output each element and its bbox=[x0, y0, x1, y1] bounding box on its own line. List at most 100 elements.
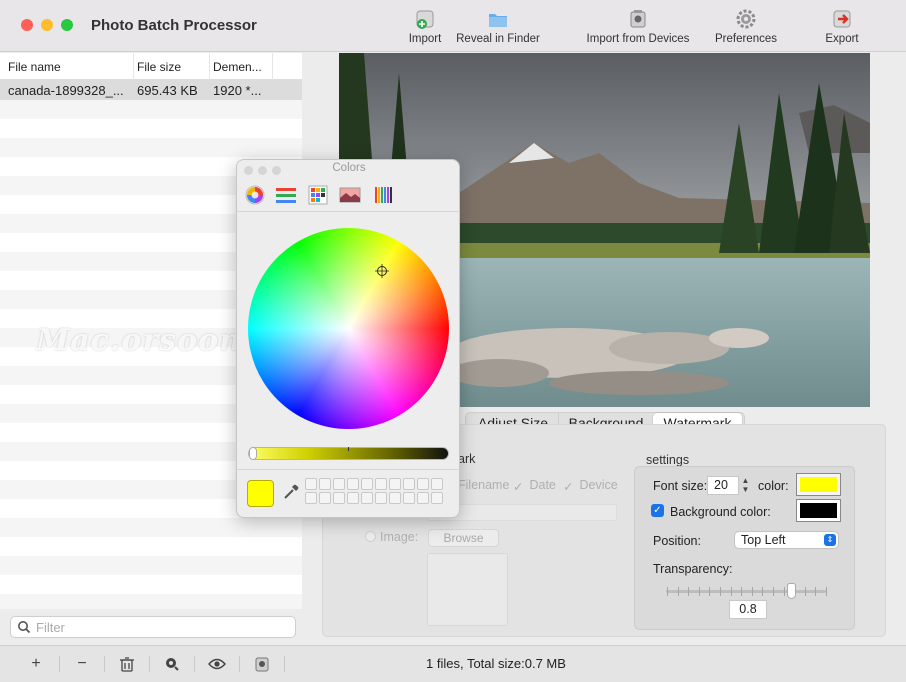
image-palette-icon[interactable] bbox=[339, 184, 361, 206]
minus-icon: − bbox=[77, 655, 87, 672]
preferences-button[interactable]: Preferences bbox=[713, 8, 779, 50]
slider-tick bbox=[751, 587, 753, 596]
empty-row bbox=[0, 518, 302, 537]
colors-panel-title: Colors bbox=[332, 162, 366, 174]
import-from-devices-button[interactable]: Import from Devices bbox=[583, 8, 693, 50]
custom-swatch[interactable] bbox=[305, 492, 317, 504]
column-header-file-name[interactable]: File name bbox=[8, 60, 61, 74]
import-label: Import bbox=[408, 33, 442, 45]
custom-swatch[interactable] bbox=[361, 478, 373, 490]
add-file-button[interactable]: + bbox=[14, 653, 58, 675]
filter-field[interactable] bbox=[10, 616, 296, 638]
custom-swatch[interactable] bbox=[319, 492, 331, 504]
font-size-stepper[interactable]: ▲ ▼ bbox=[740, 476, 751, 495]
trash-icon bbox=[120, 657, 134, 672]
custom-swatch[interactable] bbox=[375, 478, 387, 490]
preview-button[interactable] bbox=[195, 653, 239, 675]
column-header-file-size[interactable]: File size bbox=[137, 60, 181, 74]
custom-swatch[interactable] bbox=[305, 478, 317, 490]
import-button[interactable]: Import bbox=[404, 8, 446, 50]
custom-swatch[interactable] bbox=[319, 478, 331, 490]
date-label: Date bbox=[529, 478, 556, 492]
custom-swatch[interactable] bbox=[403, 492, 415, 504]
date-option[interactable]: ✓ Date bbox=[513, 478, 556, 494]
color-wheel[interactable] bbox=[248, 228, 449, 429]
custom-swatch[interactable] bbox=[431, 478, 443, 490]
custom-swatch[interactable] bbox=[389, 492, 401, 504]
device-checkbox[interactable]: ✓ bbox=[563, 479, 576, 494]
slider-tick bbox=[826, 587, 827, 596]
colors-divider bbox=[237, 469, 459, 470]
custom-swatch[interactable] bbox=[333, 478, 345, 490]
empty-row bbox=[0, 138, 302, 157]
remove-file-button[interactable]: − bbox=[60, 653, 104, 675]
brightness-slider-knob[interactable] bbox=[249, 447, 257, 460]
divider bbox=[284, 656, 285, 672]
device-label: Device bbox=[579, 478, 618, 492]
custom-swatch[interactable] bbox=[417, 478, 429, 490]
custom-swatch[interactable] bbox=[375, 492, 387, 504]
cell-dimension: 1920 *... bbox=[213, 83, 262, 98]
custom-swatches-grid[interactable] bbox=[305, 478, 445, 506]
cell-file-name: canada-1899328_... bbox=[8, 83, 124, 98]
colors-panel[interactable]: Colors bbox=[236, 159, 460, 518]
custom-swatch[interactable] bbox=[347, 478, 359, 490]
image-radio[interactable] bbox=[365, 531, 376, 542]
browse-button[interactable]: Browse bbox=[428, 529, 499, 547]
close-window-button[interactable] bbox=[21, 19, 33, 31]
import-from-device-button[interactable] bbox=[240, 653, 284, 675]
current-color-well[interactable] bbox=[247, 480, 274, 507]
reveal-in-finder-button[interactable]: Reveal in Finder bbox=[455, 8, 541, 50]
position-select[interactable]: Top Left ⇕ bbox=[734, 531, 839, 549]
import-devices-label: Import from Devices bbox=[586, 33, 690, 45]
delete-button[interactable] bbox=[105, 653, 149, 675]
export-button[interactable]: Export bbox=[821, 8, 863, 50]
transparency-slider-track[interactable] bbox=[666, 590, 826, 593]
device-option[interactable]: ✓ Device bbox=[563, 478, 618, 494]
transparency-slider-knob[interactable] bbox=[787, 583, 796, 599]
transparency-value[interactable]: 0.8 bbox=[729, 600, 767, 619]
zoom-window-button[interactable] bbox=[61, 19, 73, 31]
color-wheel-icon[interactable] bbox=[244, 184, 266, 206]
crosshair-icon[interactable] bbox=[375, 264, 389, 278]
date-checkbox[interactable]: ✓ bbox=[513, 479, 526, 494]
slider-tick bbox=[741, 587, 743, 596]
custom-swatch[interactable] bbox=[431, 492, 443, 504]
settings-title: settings bbox=[646, 453, 690, 467]
empty-row bbox=[0, 594, 302, 609]
table-header: File name File size Demen... bbox=[0, 53, 302, 80]
table-row[interactable]: canada-1899328_... 695.43 KB 1920 *... bbox=[0, 80, 302, 100]
font-color-well[interactable] bbox=[796, 473, 841, 496]
custom-swatch[interactable] bbox=[403, 478, 415, 490]
empty-row bbox=[0, 575, 302, 594]
background-color-well[interactable] bbox=[796, 499, 841, 522]
eyedropper-icon[interactable] bbox=[282, 483, 300, 501]
custom-swatch[interactable] bbox=[417, 492, 429, 504]
font-size-field[interactable]: 20 bbox=[707, 476, 739, 495]
bottom-bar: + − 1 files, Total size:0.7 MB bbox=[0, 645, 906, 682]
background-color-checkbox[interactable]: ✓ bbox=[651, 504, 664, 517]
custom-swatch[interactable] bbox=[333, 492, 345, 504]
image-well[interactable] bbox=[427, 553, 508, 626]
color-sliders-icon[interactable] bbox=[275, 184, 297, 206]
filter-input[interactable] bbox=[36, 619, 286, 635]
slider-tick bbox=[720, 587, 721, 596]
slider-tick bbox=[762, 587, 764, 596]
font-size-label: Font size: bbox=[653, 479, 708, 493]
slider-tick bbox=[773, 587, 774, 596]
minimize-window-button[interactable] bbox=[41, 19, 53, 31]
zoom-button[interactable] bbox=[150, 653, 194, 675]
search-icon bbox=[18, 621, 31, 634]
custom-swatch[interactable] bbox=[347, 492, 359, 504]
cell-file-size: 695.43 KB bbox=[137, 83, 198, 98]
empty-row bbox=[0, 100, 302, 119]
pencils-icon[interactable] bbox=[372, 184, 394, 206]
column-header-dimension[interactable]: Demen... bbox=[213, 60, 262, 74]
color-palettes-icon[interactable] bbox=[307, 184, 329, 206]
camera-device-icon bbox=[630, 10, 646, 28]
position-label: Position: bbox=[653, 534, 701, 548]
custom-swatch[interactable] bbox=[361, 492, 373, 504]
custom-swatch[interactable] bbox=[389, 478, 401, 490]
chevron-updown-icon: ⇕ bbox=[824, 534, 836, 546]
filename-option[interactable]: Filename bbox=[458, 478, 509, 492]
